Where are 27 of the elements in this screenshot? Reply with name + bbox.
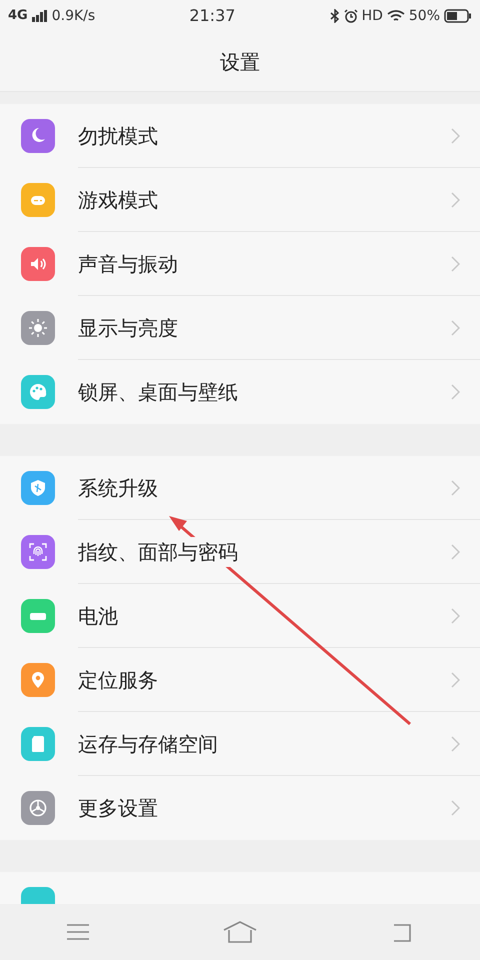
chevron-icon — [451, 672, 460, 688]
alarm-icon — [344, 9, 358, 23]
network-label: 4G — [8, 7, 28, 26]
settings-item[interactable]: 指纹、面部与密码 — [78, 536, 238, 566]
battery-icon — [30, 612, 46, 620]
chevron-icon — [451, 192, 460, 208]
sun-icon — [26, 316, 50, 340]
chevron-icon — [451, 128, 460, 144]
chevron-icon — [451, 320, 460, 336]
battery-icon — [444, 9, 472, 23]
wifi-icon — [386, 10, 405, 22]
chevron-icon — [451, 256, 460, 272]
chevron-icon — [451, 608, 460, 624]
chevron-icon — [451, 800, 460, 816]
chevron-icon — [451, 384, 460, 400]
hd-label: HD — [362, 6, 383, 26]
chevron-icon — [451, 544, 460, 560]
battery-percent: 50% — [408, 6, 440, 26]
page-title: 设置 — [220, 48, 260, 76]
network-speed: 0.9K/s — [52, 6, 96, 26]
chevron-icon — [451, 480, 460, 496]
home-icon[interactable] — [222, 920, 257, 944]
menu-icon[interactable] — [66, 922, 90, 942]
chevron-icon — [451, 736, 460, 752]
clock-time: 21:37 — [189, 6, 236, 25]
bluetooth-icon — [330, 9, 340, 23]
signal-icon — [32, 10, 48, 22]
